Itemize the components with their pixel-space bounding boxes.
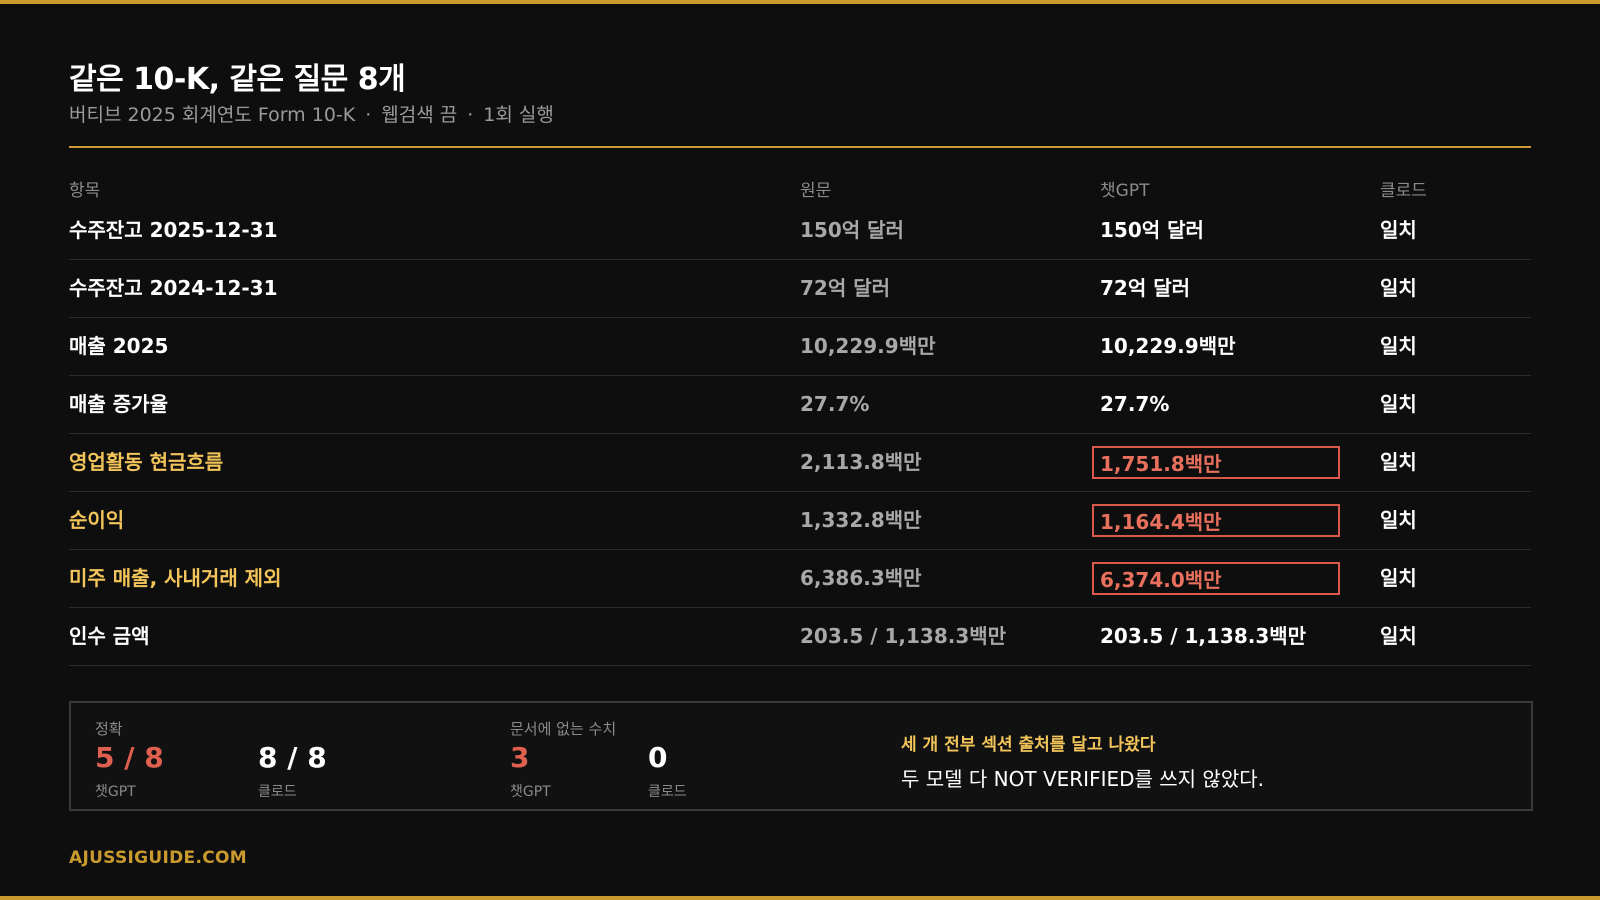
row-chatgpt-value: 150억 달러 <box>1100 218 1204 242</box>
comparison-table: 수주잔고 2025-12-31 150억 달러 150억 달러 일치 수주잔고 … <box>69 202 1531 666</box>
column-header-item: 항목 <box>69 181 101 201</box>
subtitle-document: 버티브 2025 회계연도 Form 10-K <box>69 104 356 126</box>
table-row-mismatch: 미주 매출, 사내거래 제외 6,386.3백만 6,374.0백만 일치 <box>69 550 1531 608</box>
row-original-value: 203.5 / 1,138.3백만 <box>800 624 1007 648</box>
table-row-mismatch: 순이익 1,332.8백만 1,164.4백만 일치 <box>69 492 1531 550</box>
accuracy-chatgpt-caption: 챗GPT <box>95 784 136 800</box>
summary-note-highlight: 세 개 전부 섹션 출처를 달고 나왔다 <box>901 735 1156 755</box>
row-item: 순이익 <box>69 508 125 532</box>
column-header-chatgpt: 챗GPT <box>1100 181 1150 201</box>
row-item: 인수 금액 <box>69 624 150 648</box>
row-original-value: 6,386.3백만 <box>800 566 922 590</box>
top-accent-bar <box>0 0 1600 4</box>
column-header-original: 원문 <box>800 181 832 201</box>
row-chatgpt-value: 203.5 / 1,138.3백만 <box>1100 624 1307 648</box>
row-original-value: 27.7% <box>800 392 870 416</box>
row-chatgpt-value: 27.7% <box>1100 392 1170 416</box>
row-item: 미주 매출, 사내거래 제외 <box>69 566 282 590</box>
row-item: 영업활동 현금흐름 <box>69 450 224 474</box>
subtitle-runs: 1회 실행 <box>483 104 554 126</box>
row-chatgpt-value-wrong: 1,164.4백만 <box>1092 504 1340 537</box>
row-chatgpt-value-wrong: 1,751.8백만 <box>1092 446 1340 479</box>
subtitle-separator: · <box>365 104 372 126</box>
accuracy-claude-caption: 클로드 <box>258 784 297 800</box>
unsupported-chatgpt-caption: 챗GPT <box>510 784 551 800</box>
unsupported-label: 문서에 없는 수치 <box>510 720 617 738</box>
page-title: 같은 10-K, 같은 질문 8개 <box>69 62 406 97</box>
row-item: 수주잔고 2025-12-31 <box>69 218 278 242</box>
row-claude-result: 일치 <box>1380 566 1417 590</box>
row-claude-result: 일치 <box>1380 392 1417 416</box>
page-subtitle: 버티브 2025 회계연도 Form 10-K · 웹검색 끔 · 1회 실행 <box>69 100 554 127</box>
unsupported-claude-caption: 클로드 <box>648 784 687 800</box>
unsupported-claude-value: 0 <box>648 741 668 774</box>
footer-site-link[interactable]: AJUSSIGUIDE.COM <box>69 848 247 868</box>
row-chatgpt-value: 72억 달러 <box>1100 276 1190 300</box>
row-original-value: 2,113.8백만 <box>800 450 922 474</box>
table-row-mismatch: 영업활동 현금흐름 2,113.8백만 1,751.8백만 일치 <box>69 434 1531 492</box>
table-row: 수주잔고 2025-12-31 150억 달러 150억 달러 일치 <box>69 202 1531 260</box>
row-original-value: 72억 달러 <box>800 276 890 300</box>
row-original-value: 150억 달러 <box>800 218 904 242</box>
accuracy-label: 정확 <box>95 720 123 738</box>
bottom-accent-bar <box>0 896 1600 900</box>
row-chatgpt-value: 10,229.9백만 <box>1100 334 1236 358</box>
row-claude-result: 일치 <box>1380 218 1417 242</box>
header-divider <box>69 146 1531 148</box>
table-row: 매출 2025 10,229.9백만 10,229.9백만 일치 <box>69 318 1531 376</box>
row-item: 수주잔고 2024-12-31 <box>69 276 278 300</box>
row-claude-result: 일치 <box>1380 334 1417 358</box>
row-chatgpt-value-wrong: 6,374.0백만 <box>1092 562 1340 595</box>
row-item: 매출 증가율 <box>69 392 168 416</box>
accuracy-claude-value: 8 / 8 <box>258 741 327 774</box>
table-row: 수주잔고 2024-12-31 72억 달러 72억 달러 일치 <box>69 260 1531 318</box>
unsupported-chatgpt-value: 3 <box>510 741 530 774</box>
row-original-value: 10,229.9백만 <box>800 334 936 358</box>
summary-note: 두 모델 다 NOT VERIFIED를 쓰지 않았다. <box>901 767 1264 791</box>
summary-panel: 정확 5 / 8 챗GPT 8 / 8 클로드 문서에 없는 수치 3 챗GPT… <box>69 701 1533 811</box>
subtitle-separator: · <box>467 104 474 126</box>
row-claude-result: 일치 <box>1380 624 1417 648</box>
table-header: 항목 원문 챗GPT 클로드 <box>69 176 1531 201</box>
accuracy-chatgpt-value: 5 / 8 <box>95 741 164 774</box>
table-row: 매출 증가율 27.7% 27.7% 일치 <box>69 376 1531 434</box>
column-header-claude: 클로드 <box>1380 181 1427 201</box>
subtitle-websearch: 웹검색 끔 <box>381 104 458 126</box>
row-item: 매출 2025 <box>69 334 169 358</box>
table-row: 인수 금액 203.5 / 1,138.3백만 203.5 / 1,138.3백… <box>69 608 1531 666</box>
row-claude-result: 일치 <box>1380 508 1417 532</box>
row-claude-result: 일치 <box>1380 276 1417 300</box>
row-claude-result: 일치 <box>1380 450 1417 474</box>
row-original-value: 1,332.8백만 <box>800 508 922 532</box>
